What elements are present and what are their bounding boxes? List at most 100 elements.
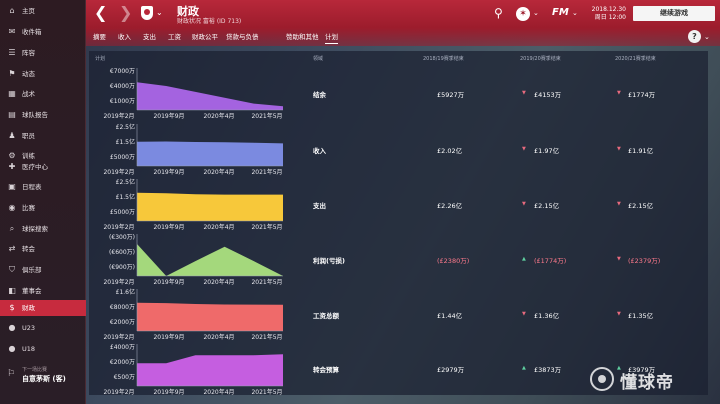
tab-4[interactable]: 财政公平 [192,31,218,43]
sidebar-item-1[interactable]: ✉ 收件箱 [0,24,86,40]
watermark-text: 懂球帝 [620,373,674,393]
chart-x-label: 2019年2月 [103,112,134,120]
sidebar-item-label: 职员 [22,132,35,140]
sidebar-item-17[interactable]: ● U18 [0,341,86,357]
club-crest-icon[interactable] [141,6,153,20]
fm-dropdown-icon[interactable]: ⌄ [572,9,578,17]
u18-icon: ● [8,344,16,353]
tab-5[interactable]: 贷款与负债 [226,31,259,43]
chart-x-label: 2021年5月 [251,223,282,231]
chart-tick-label: €8000万 [110,304,135,311]
row-value: £1774万 [628,91,656,99]
next-match-icon: ⚐ [7,369,16,379]
row-value: £1.97亿 [534,147,560,155]
chart-x-label: 2020年4月 [203,223,234,231]
chart-tick-label: €4000万 [110,83,135,90]
next-match-name[interactable]: 自意茅斯 (客) [22,374,66,384]
forward-arrow-icon[interactable]: ❯ [119,5,132,21]
sidebar-item-6[interactable]: ♟ 职员 [0,128,86,144]
club-icon: ⛉ [9,265,15,274]
sidebar-item-label: 战术 [22,90,35,98]
board-icon: ◧ [8,286,16,295]
row-value: £2.26亿 [437,202,463,210]
game-date-line2: 周日 12:00 [594,14,626,21]
crest-dropdown-icon[interactable]: ⌄ [156,8,163,17]
col-header-season1: 2018/19赛季结束 [423,56,464,62]
chart-x-label: 2021年5月 [251,388,282,396]
match-icon: ◉ [8,203,16,212]
sidebar-item-0[interactable]: ⌂ 主页 [0,3,86,19]
row-value: £2.02亿 [437,147,463,155]
globe-dropdown-icon[interactable]: ⌄ [533,9,539,17]
row-label: 收入 [313,147,326,155]
sidebar-item-5[interactable]: ▤ 球队报告 [0,107,86,123]
col-header-area: 领域 [313,56,324,62]
globe-icon[interactable]: ✶ [516,7,530,21]
tab-7[interactable]: 计划 [325,31,338,44]
row-value: (£1774万) [534,257,567,265]
back-arrow-icon[interactable]: ❮ [94,5,107,21]
row-value: £1.91亿 [628,147,654,155]
sidebar-item-label: 董事会 [22,287,42,295]
sidebar-item-label: 球队报告 [22,111,48,119]
next-match-label: 下一场比赛 [22,367,48,373]
trend-down-icon: ▼ [522,311,526,317]
dynamics-icon: ⚑ [8,69,16,78]
sidebar-item-label: 阵容 [22,49,35,57]
chart-x-label: 2020年4月 [203,278,234,286]
sidebar-item-8[interactable]: ✚ 医疗中心 [0,159,86,175]
chart-x-label: 2020年4月 [203,333,234,341]
sidebar-item-12[interactable]: ⇄ 转会 [0,241,86,257]
sidebar-item-9[interactable]: ▣ 日程表 [0,179,86,195]
row-label: 转会预算 [313,366,339,374]
row-value: £3873万 [534,366,562,374]
col-header-season3: 2020/21赛季结束 [615,56,656,62]
chart-x-label: 2019年9月 [153,112,184,120]
sidebar-item-16[interactable]: ● U23 [0,320,86,336]
chart-area-0 [137,82,283,110]
chart-x-label: 2019年2月 [103,278,134,286]
trend-up-icon: ▲ [522,256,526,262]
tab-1[interactable]: 收入 [118,31,131,43]
chart-x-label: 2019年9月 [153,168,184,176]
row-value: £2979万 [437,366,465,374]
row-label: 结余 [313,91,326,99]
fm-logo[interactable]: FM [552,7,569,18]
tab-2[interactable]: 支出 [143,31,156,43]
row-label: 工资总额 [313,312,339,320]
finance-icon: $ [9,303,15,312]
help-dropdown-icon[interactable]: ⌄ [704,33,710,41]
sidebar-item-11[interactable]: ⌕ 球探搜索 [0,221,86,237]
chart-tick-label: £1.5亿 [116,193,135,201]
chart-x-label: 2019年2月 [103,333,134,341]
row-value: £2.15亿 [628,202,654,210]
search-icon[interactable]: ⚲ [494,6,503,20]
top-bar-band [86,28,720,46]
sidebar-item-15[interactable]: $ 财政 [0,300,86,316]
chart-x-label: 2021年5月 [251,278,282,286]
sidebar-item-2[interactable]: ☰ 阵容 [0,45,86,61]
chart-area-2 [137,192,283,221]
chart-tick-label: £2.5亿 [116,123,135,131]
sidebar-item-10[interactable]: ◉ 比赛 [0,200,86,216]
tactics-icon: ▦ [8,89,16,98]
row-value: (£2379万) [628,257,661,265]
chart-area-3 [137,244,283,276]
trend-down-icon: ▼ [617,90,621,96]
tab-6[interactable]: 赞助和其他 [286,31,319,43]
sidebar-item-13[interactable]: ⛉ 俱乐部 [0,262,86,278]
tab-0[interactable]: 摘要 [93,31,106,43]
chart-x-label: 2019年9月 [153,278,184,286]
transfer-icon: ⇄ [8,244,16,253]
help-button[interactable]: ? [688,30,701,43]
tab-3[interactable]: 工资 [168,31,181,43]
sidebar-item-3[interactable]: ⚑ 动态 [0,66,86,82]
chart-area-4 [137,302,283,331]
sidebar-item-4[interactable]: ▦ 战术 [0,86,86,102]
chart-x-label: 2021年5月 [251,112,282,120]
row-value: £1.36亿 [534,312,560,320]
continue-button[interactable]: 继续游戏 [633,6,715,21]
sidebar-item-14[interactable]: ◧ 董事会 [0,283,86,299]
chart-x-label: 2020年4月 [203,388,234,396]
sidebar-item-label: 日程表 [22,183,42,191]
